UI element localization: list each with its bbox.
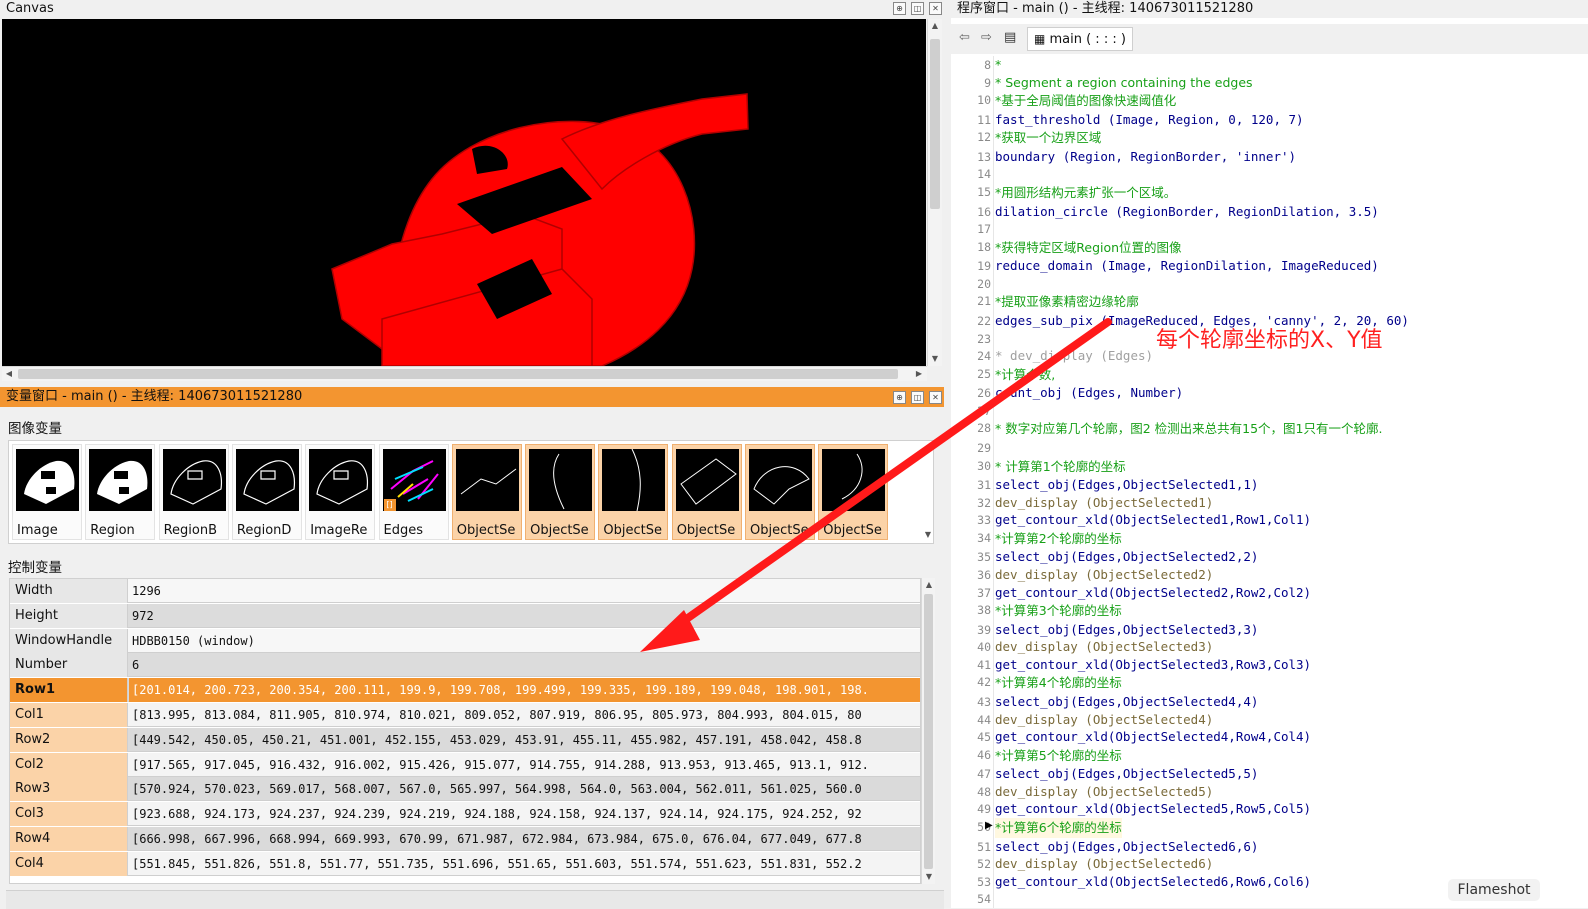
annotation-arrow	[640, 318, 1112, 652]
flameshot-label: Flameshot	[1448, 879, 1540, 901]
